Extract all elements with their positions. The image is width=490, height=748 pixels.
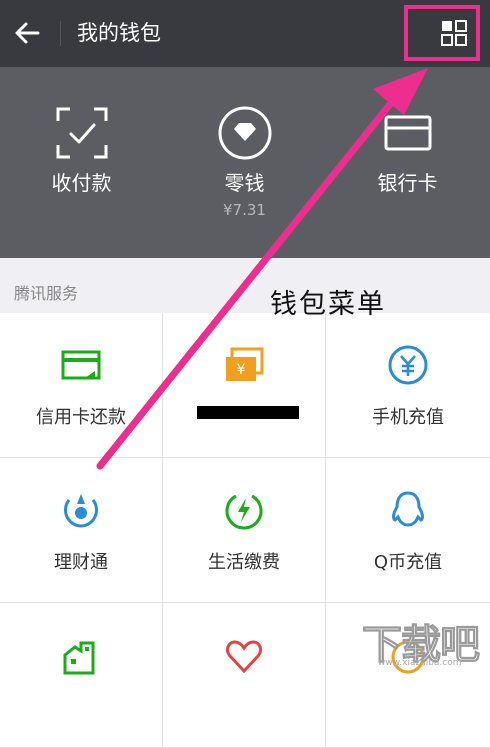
change-balance-button[interactable]: 零钱 ¥7.31 bbox=[163, 67, 326, 258]
service-label: 信用卡还款 bbox=[36, 407, 126, 428]
service-label: 手机充值 bbox=[372, 407, 444, 428]
service-utility-bills[interactable]: 生活缴费 bbox=[163, 458, 326, 603]
watermark-url: www.xiazaiba.com bbox=[378, 658, 462, 668]
service-building[interactable] bbox=[0, 603, 163, 748]
pay-receive-label: 收付款 bbox=[51, 171, 112, 195]
service-label: 理财通 bbox=[54, 552, 108, 573]
building-icon bbox=[63, 641, 95, 675]
pay-receive-button[interactable]: 收付款 bbox=[0, 67, 163, 258]
service-credit-card-repay[interactable]: 信用卡还款 bbox=[0, 313, 163, 458]
qq-penguin-icon bbox=[392, 491, 424, 527]
change-amount: ¥7.31 bbox=[223, 201, 266, 219]
change-label: 零钱 bbox=[224, 171, 265, 195]
wallet-summary-panel: 收付款 零钱 ¥7.31 银行卡 bbox=[0, 67, 490, 258]
heart-icon bbox=[226, 640, 262, 674]
diamond-coin-icon bbox=[218, 106, 271, 160]
svg-text:¥: ¥ bbox=[237, 362, 246, 378]
lightning-icon bbox=[225, 494, 263, 530]
annotation-highlight-box bbox=[404, 5, 480, 61]
bank-card-button[interactable]: 银行卡 bbox=[326, 67, 489, 258]
credit-card-icon bbox=[61, 350, 101, 380]
scan-pay-icon bbox=[56, 107, 107, 159]
service-label: 生活缴费 bbox=[208, 552, 280, 573]
bank-card-label: 银行卡 bbox=[377, 171, 438, 195]
service-qcoin-topup[interactable]: Q币充值 bbox=[326, 458, 490, 603]
page-title: 我的钱包 bbox=[77, 21, 161, 45]
service-charity[interactable] bbox=[163, 603, 326, 748]
service-redacted[interactable]: ¥ bbox=[163, 313, 326, 458]
section-header: 腾讯服务 bbox=[0, 258, 490, 313]
bank-card-icon bbox=[384, 115, 431, 151]
back-arrow-icon[interactable] bbox=[12, 18, 42, 48]
redaction-bar bbox=[197, 406, 299, 419]
service-wealth[interactable]: 理财通 bbox=[0, 458, 163, 603]
wealth-icon bbox=[64, 494, 98, 528]
service-label: Q币充值 bbox=[373, 552, 443, 573]
yuan-coin-icon bbox=[388, 345, 428, 385]
title-divider bbox=[60, 21, 61, 46]
section-title: 腾讯服务 bbox=[14, 284, 79, 303]
annotation-label: 钱包菜单 bbox=[270, 289, 386, 320]
yuan-bills-icon: ¥ bbox=[226, 347, 264, 381]
service-mobile-topup[interactable]: 手机充值 bbox=[326, 313, 490, 458]
